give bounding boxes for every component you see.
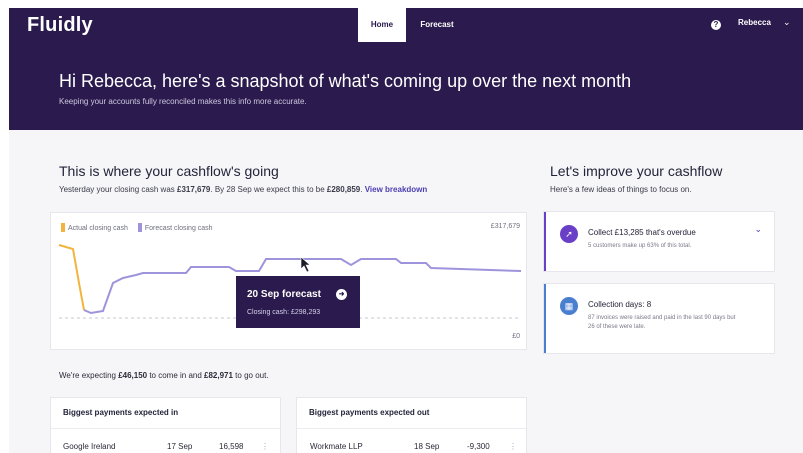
expectation-prefix: We're expecting: [59, 371, 119, 380]
tooltip-subtitle: Closing cash: £298,293: [247, 309, 321, 316]
summary-suffix: .: [360, 185, 363, 194]
app-frame: Fluidly Home Forecast ? Rebecca ⌄ Hi Reb…: [9, 8, 803, 453]
expectation-mid: to come in and: [147, 371, 205, 380]
card-accent-bar: [544, 212, 546, 271]
fluidly-logo[interactable]: Fluidly: [27, 14, 93, 37]
payments-out-card: Biggest payments expected out Workmate L…: [296, 397, 527, 453]
summary-mid: . By 28 Sep we expect this to be: [210, 185, 327, 194]
legend-label-forecast: Forecast closing cash: [144, 225, 213, 232]
improve-subtitle: Here's a few ideas of things to focus on…: [550, 185, 692, 194]
payment-amount: 16,598: [219, 442, 244, 451]
user-menu-name[interactable]: Rebecca: [738, 18, 771, 27]
help-icon[interactable]: ?: [711, 20, 721, 30]
payment-date: 18 Sep: [414, 442, 440, 451]
suggestion-desc: 5 customers make up 63% of this total.: [588, 243, 692, 249]
legend-label-actual: Actual closing cash: [68, 225, 128, 232]
expectation-summary: We're expecting £46,150 to come in and £…: [59, 371, 269, 380]
expectation-suffix: to go out.: [232, 371, 269, 380]
rocket-icon: ➚: [560, 225, 578, 243]
calendar-icon: ▦: [560, 297, 578, 315]
suggestion-title: Collect £13,285 that's overdue: [588, 228, 696, 237]
card-accent-bar: [544, 284, 546, 353]
cashflow-summary: Yesterday your closing cash was £317,679…: [59, 185, 427, 194]
payments-out-title: Biggest payments expected out: [309, 408, 430, 417]
payer-name: Google Ireland: [63, 442, 116, 451]
view-breakdown-link[interactable]: View breakdown: [365, 185, 428, 194]
tab-home[interactable]: Home: [358, 8, 406, 42]
chart-legend: Actual closing cash Forecast closing cas…: [61, 223, 221, 232]
payments-in-card: Biggest payments expected in Google Irel…: [50, 397, 281, 453]
divider: [51, 428, 280, 429]
tooltip-title: 20 Sep forecast: [247, 289, 321, 300]
improve-title: Let's improve your cashflow: [550, 163, 723, 179]
legend-forecast: Forecast closing cash: [137, 223, 213, 232]
y-axis-max-label: £317,679: [490, 223, 520, 230]
cashflow-chart[interactable]: Actual closing cash Forecast closing cas…: [50, 212, 527, 350]
outgoing-total: £82,971: [204, 371, 233, 380]
legend-actual: Actual closing cash: [61, 223, 128, 232]
summary-prefix: Yesterday your closing cash was: [59, 185, 177, 194]
divider: [297, 428, 526, 429]
actual-closing-cash-line: [58, 244, 85, 311]
payment-date: 17 Sep: [167, 442, 193, 451]
page-title: Hi Rebecca, here's a snapshot of what's …: [59, 71, 632, 91]
y-axis-min-label: £0: [512, 333, 520, 340]
table-row[interactable]: Google Ireland 17 Sep 16,598 ⋮: [51, 442, 280, 453]
suggestion-card-overdue[interactable]: ➚ Collect £13,285 that's overdue 5 custo…: [543, 211, 775, 272]
payment-amount: -9,300: [467, 442, 490, 451]
tab-forecast[interactable]: Forecast: [409, 8, 465, 42]
payments-in-title: Biggest payments expected in: [63, 408, 179, 417]
top-banner: Fluidly Home Forecast ? Rebecca ⌄ Hi Reb…: [9, 8, 803, 130]
page-subtitle: Keeping your accounts fully reconciled m…: [59, 97, 307, 106]
suggestion-desc: 87 invoices were raised and paid in the …: [588, 315, 736, 330]
legend-swatch-actual: [61, 223, 65, 232]
closing-cash-value: £317,679: [177, 185, 211, 194]
more-options-icon[interactable]: ⋮: [261, 442, 269, 451]
payee-name: Workmate LLP: [310, 442, 363, 451]
suggestion-title: Collection days: 8: [588, 300, 652, 309]
more-options-icon[interactable]: ⋮: [509, 442, 517, 451]
cashflow-title: This is where your cashflow's going: [59, 163, 279, 179]
suggestion-card-collection-days[interactable]: ▦ Collection days: 8 87 invoices were ra…: [543, 283, 775, 354]
legend-swatch-forecast: [137, 223, 142, 232]
forecast-tooltip[interactable]: 20 Sep forecast ➜ Closing cash: £298,293: [236, 276, 360, 328]
expected-cash-value: £280,859: [326, 185, 361, 194]
chevron-down-icon[interactable]: ⌄: [754, 224, 762, 235]
table-row[interactable]: Workmate LLP 18 Sep -9,300 ⋮: [297, 442, 526, 453]
arrow-right-circle-icon[interactable]: ➜: [336, 289, 347, 300]
chevron-down-icon[interactable]: ⌄: [783, 17, 791, 28]
incoming-total: £46,150: [118, 371, 148, 380]
